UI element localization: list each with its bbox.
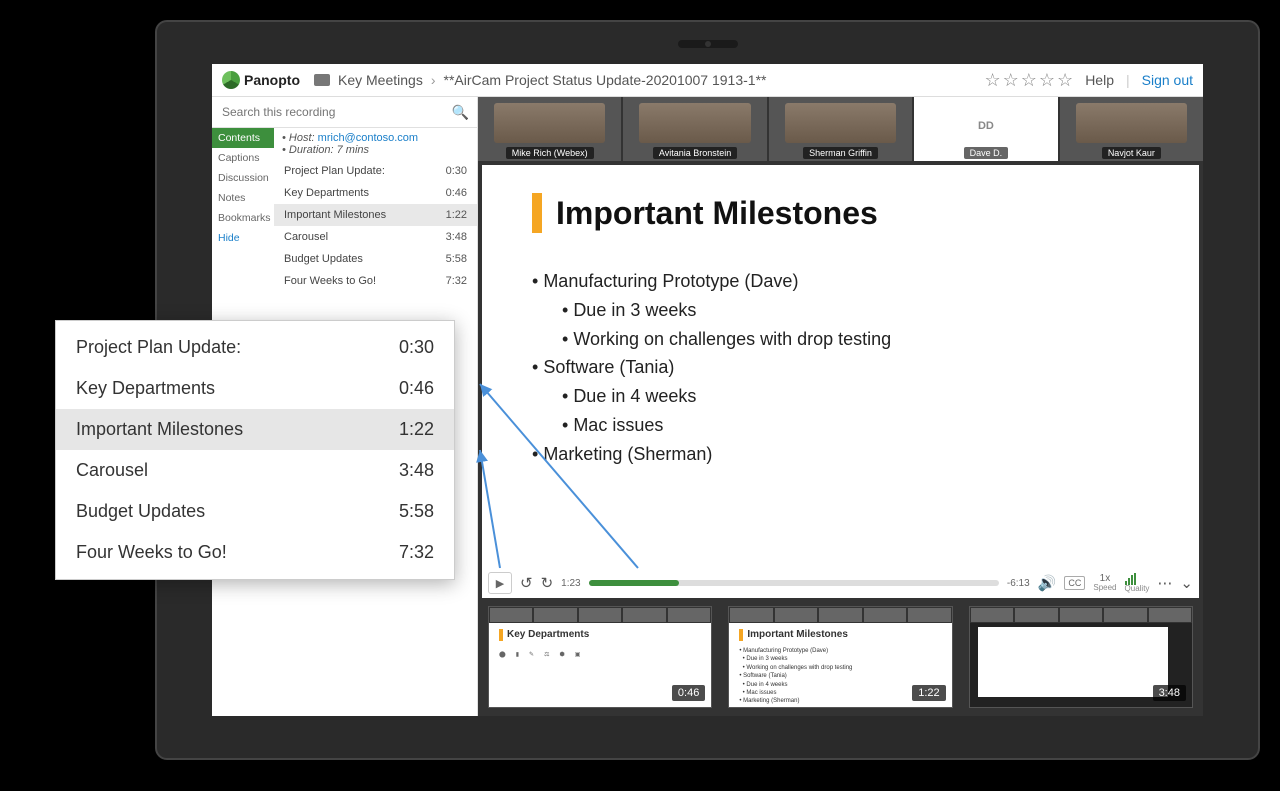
toc-item[interactable]: Budget Updates5:58 [56,491,454,532]
table-of-contents: • Host: mrich@contoso.com • Duration: 7 … [274,128,477,292]
play-button[interactable]: ▶ [488,572,512,594]
toc-item[interactable]: Project Plan Update:0:30 [56,327,454,368]
breadcrumb-title[interactable]: **AirCam Project Status Update-20201007 … [444,72,767,88]
more-icon[interactable]: ⋯ [1157,574,1172,592]
cc-button[interactable]: CC [1064,576,1085,590]
participant-tile[interactable]: Sherman Griffin [769,97,912,161]
host-link[interactable]: mrich@contoso.com [318,132,418,144]
participant-name: Sherman Griffin [803,147,878,159]
participant-name: Avitania Bronstein [653,147,737,159]
participant-name: Mike Rich (Webex) [506,147,594,159]
rewind-10-icon[interactable]: ↺ [520,574,533,592]
timestamp: 0:46 [672,685,705,701]
main-panel: Mike Rich (Webex) Avitania Bronstein She… [478,97,1203,716]
tab-bookmarks[interactable]: Bookmarks [212,208,274,228]
participant-tile[interactable]: Avitania Bronstein [623,97,766,161]
toc-item[interactable]: Four Weeks to Go!7:32 [274,270,477,292]
camera-notch [678,40,738,48]
quality-control[interactable]: Quality [1125,573,1150,593]
toc-item[interactable]: Carousel3:48 [274,226,477,248]
rating-stars[interactable]: ☆ ☆ ☆ ☆ ☆ [984,70,1073,91]
tab-notes[interactable]: Notes [212,188,274,208]
app-logo[interactable]: Panopto [222,71,300,89]
forward-10-icon[interactable]: ↻ [541,574,554,592]
player-controls: ▶ ↺ ↻ 1:23 -6:13 🔊 CC 1xSpeed Quality ⋯ … [482,568,1199,598]
recording-meta: • Host: mrich@contoso.com • Duration: 7 … [274,128,477,160]
tab-hide[interactable]: Hide [212,228,274,248]
star-icon[interactable]: ☆ [1021,70,1037,91]
header-bar: Panopto Key Meetings › **AirCam Project … [212,64,1203,97]
participant-tile[interactable]: Mike Rich (Webex) [478,97,621,161]
panopto-icon [222,71,240,89]
sidebar-tabs: Contents Captions Discussion Notes Bookm… [212,128,274,292]
breadcrumb-folder[interactable]: Key Meetings [338,72,423,88]
star-icon[interactable]: ☆ [1057,70,1073,91]
timestamp: 1:22 [912,685,945,701]
preview-thumb[interactable]: 3:48 [969,606,1193,708]
toc-item[interactable]: Important Milestones1:22 [56,409,454,450]
tab-contents[interactable]: Contents [212,128,274,148]
preview-thumbnails: Key Departments ⬤▮✎⚖⬢▣ 0:46 Important Mi… [478,598,1203,716]
search-box: 🔍 [212,97,477,128]
star-icon[interactable]: ☆ [1039,70,1055,91]
chevron-right-icon: › [431,72,436,88]
preview-thumb[interactable]: Key Departments ⬤▮✎⚖⬢▣ 0:46 [488,606,712,708]
avatar: DD [972,112,1000,140]
participant-name: Navjot Kaur [1102,147,1161,159]
toc-item[interactable]: Project Plan Update:0:30 [274,160,477,182]
help-link[interactable]: Help [1085,72,1114,88]
slide-body: Manufacturing Prototype (Dave) Due in 3 … [532,267,1149,469]
timestamp: 3:48 [1153,685,1186,701]
host-label: Host: [289,132,315,144]
tab-captions[interactable]: Captions [212,148,274,168]
duration-label: Duration: 7 mins [289,144,369,156]
search-input[interactable] [212,97,477,127]
zoomed-toc-callout: Project Plan Update:0:30 Key Departments… [55,320,455,580]
preview-thumb[interactable]: Important Milestones • Manufacturing Pro… [728,606,952,708]
participant-tile[interactable]: DD Dave D. [914,97,1057,161]
remaining-time: -6:13 [1007,578,1030,589]
toc-item[interactable]: Key Departments0:46 [274,182,477,204]
current-time: 1:23 [561,578,580,589]
folder-icon [314,74,330,86]
tab-discussion[interactable]: Discussion [212,168,274,188]
toc-item[interactable]: Four Weeks to Go!7:32 [56,532,454,573]
participant-tile[interactable]: Navjot Kaur [1060,97,1203,161]
brand-name: Panopto [244,72,300,88]
chevron-down-icon[interactable]: ⌄ [1180,574,1193,592]
slide-title: Important Milestones [532,193,1149,233]
participants-row: Mike Rich (Webex) Avitania Bronstein She… [478,97,1203,161]
breadcrumb: Key Meetings › **AirCam Project Status U… [314,72,766,88]
toc-item[interactable]: Carousel3:48 [56,450,454,491]
toc-item[interactable]: Key Departments0:46 [56,368,454,409]
volume-icon[interactable]: 🔊 [1038,574,1057,592]
star-icon[interactable]: ☆ [984,70,1000,91]
accent-bar [532,193,542,233]
speed-control[interactable]: 1xSpeed [1093,574,1116,592]
toc-item[interactable]: Important Milestones1:22 [274,204,477,226]
slide-content: Important Milestones Manufacturing Proto… [482,165,1199,568]
toc-item[interactable]: Budget Updates5:58 [274,248,477,270]
star-icon[interactable]: ☆ [1003,70,1019,91]
participant-name: Dave D. [964,147,1009,159]
progress-bar[interactable] [589,580,999,586]
signout-link[interactable]: Sign out [1142,72,1193,88]
search-icon[interactable]: 🔍 [452,104,469,121]
